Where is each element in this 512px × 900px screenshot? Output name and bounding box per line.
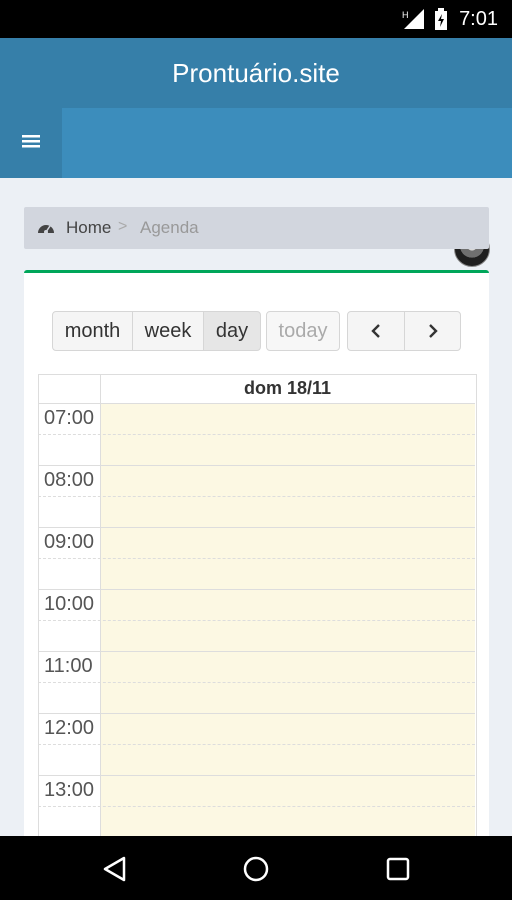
hour-line <box>38 589 475 590</box>
hour-line <box>38 651 475 652</box>
half-hour-line <box>38 434 475 435</box>
half-hour-line <box>38 558 475 559</box>
hour-line <box>38 713 475 714</box>
time-label: 11:00 <box>44 655 93 677</box>
dashboard-icon <box>38 225 54 234</box>
time-label: 08:00 <box>44 469 95 491</box>
time-label: 13:00 <box>44 779 95 801</box>
top-navbar <box>0 108 512 267</box>
hour-line <box>38 775 475 776</box>
half-hour-line <box>38 620 475 621</box>
time-slot-row[interactable]: 10:00 <box>38 589 475 651</box>
day-header: dom 18/11 <box>100 374 475 404</box>
back-icon[interactable] <box>102 856 128 882</box>
signal-icon: H <box>402 9 424 29</box>
system-navigation-bar <box>0 836 512 900</box>
half-hour-line <box>38 806 475 807</box>
half-hour-line <box>38 744 475 745</box>
time-slot-row[interactable]: 12:00 <box>38 713 475 775</box>
breadcrumb-separator: > <box>118 218 128 235</box>
time-slot-row[interactable]: 08:00 <box>38 465 475 527</box>
time-slot-row[interactable]: 07:00 <box>38 403 475 465</box>
app-title: Prontuário.site <box>172 58 340 88</box>
month-view-button[interactable]: month <box>52 311 133 351</box>
app-header: Prontuário.site <box>0 38 512 108</box>
hamburger-icon <box>22 135 40 148</box>
day-view-button[interactable]: day <box>203 311 261 351</box>
status-bar: H 7:01 <box>0 0 512 38</box>
home-icon[interactable] <box>243 856 269 882</box>
svg-text:H: H <box>402 10 409 20</box>
time-label: 12:00 <box>44 717 95 739</box>
hour-line <box>38 403 475 404</box>
breadcrumb: Home > Agenda <box>24 207 489 249</box>
time-slot-row[interactable]: 13:00 <box>38 775 475 837</box>
hour-line <box>38 527 475 528</box>
hour-line <box>38 465 475 466</box>
clock: 7:01 <box>459 8 498 30</box>
time-slot-row[interactable]: 09:00 <box>38 527 475 589</box>
next-button[interactable] <box>404 311 461 351</box>
prev-button[interactable] <box>347 311 405 351</box>
time-label: 07:00 <box>44 407 95 429</box>
time-slot-row[interactable]: 11:00 <box>38 651 475 713</box>
today-button[interactable]: today <box>266 311 340 351</box>
time-label: 10:00 <box>44 593 95 615</box>
chevron-left-icon <box>371 324 380 338</box>
battery-icon <box>435 8 447 30</box>
half-hour-line <box>38 496 475 497</box>
breadcrumb-home-link[interactable]: Home <box>66 218 111 238</box>
half-hour-line <box>38 682 475 683</box>
breadcrumb-current: Agenda <box>140 218 199 237</box>
time-label: 09:00 <box>44 531 95 553</box>
chevron-right-icon <box>428 324 438 338</box>
menu-button[interactable] <box>0 108 62 178</box>
week-view-button[interactable]: week <box>132 311 204 351</box>
recents-icon[interactable] <box>385 856 411 882</box>
